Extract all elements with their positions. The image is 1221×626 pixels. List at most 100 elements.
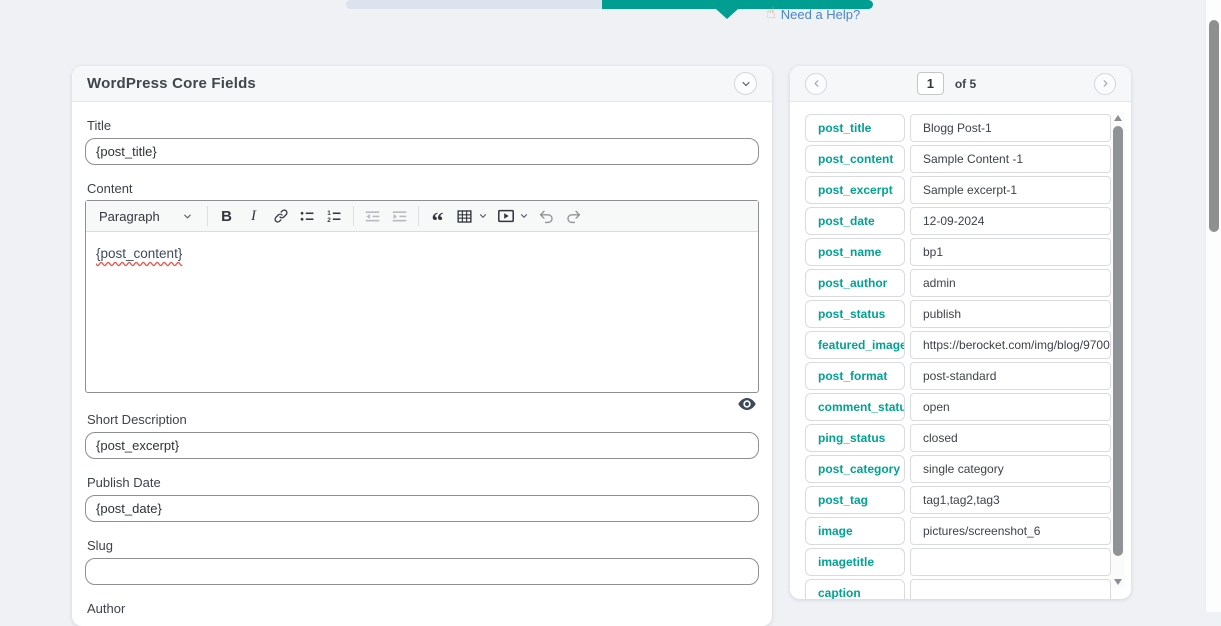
indent-button[interactable] (386, 204, 413, 228)
field-chip[interactable]: post_name (805, 238, 905, 266)
mapping-row: comment_statusopen (805, 393, 1131, 421)
embed-media-button[interactable] (492, 204, 519, 228)
mapping-row: post_contentSample Content -1 (805, 145, 1131, 173)
short-description-input[interactable] (85, 432, 759, 459)
list-scrollbar[interactable] (1111, 112, 1125, 588)
numbered-list-icon: 12 (326, 208, 343, 225)
page-count-label: of 5 (955, 77, 976, 91)
italic-button[interactable]: I (240, 204, 267, 228)
bulleted-list-button[interactable] (294, 204, 321, 228)
mapping-row: post_namebp1 (805, 238, 1131, 266)
field-value: Blogg Post-1 (910, 114, 1111, 142)
field-chip[interactable]: post_title (805, 114, 905, 142)
field-chip[interactable]: featured_image (805, 331, 905, 359)
csv-preview-panel: of 5 post_titleBlogg Post-1 post_content… (790, 66, 1131, 599)
scroll-up-arrow-icon[interactable] (1114, 115, 1122, 121)
field-value: closed (910, 424, 1111, 452)
title-field-label: Title (87, 118, 757, 133)
content-editor: Paragraph B I 12 (85, 200, 759, 393)
mapping-row: post_date12-09-2024 (805, 207, 1131, 235)
undo-button[interactable] (533, 204, 560, 228)
collapse-panel-button[interactable] (734, 72, 757, 95)
list-scrollbar-thumb[interactable] (1113, 126, 1123, 556)
toolbar-separator (353, 206, 354, 226)
mapping-row: post_statuspublish (805, 300, 1131, 328)
next-page-button[interactable] (1094, 73, 1116, 95)
field-chip[interactable]: post_author (805, 269, 905, 297)
field-chip[interactable]: post_date (805, 207, 905, 235)
bulleted-list-icon (299, 208, 316, 225)
table-button[interactable] (451, 204, 478, 228)
field-chip[interactable]: image (805, 517, 905, 545)
field-mapping-list: post_titleBlogg Post-1 post_contentSampl… (790, 102, 1131, 599)
field-value: bp1 (910, 238, 1111, 266)
chevron-down-icon (182, 211, 193, 222)
field-chip[interactable]: imagetitle (805, 548, 905, 576)
paragraph-dropdown-label: Paragraph (99, 209, 160, 224)
page-scrollbar[interactable] (1205, 0, 1221, 612)
bold-button[interactable]: B (213, 204, 240, 228)
toolbar-separator (207, 206, 208, 226)
page-number-input[interactable] (917, 72, 944, 95)
slug-input[interactable] (85, 558, 759, 585)
page-scrollbar-thumb[interactable] (1209, 20, 1219, 232)
outdent-button[interactable] (359, 204, 386, 228)
mapping-row: caption (805, 579, 1131, 599)
link-button[interactable] (267, 204, 294, 228)
field-chip[interactable]: post_format (805, 362, 905, 390)
blockquote-button[interactable]: “ (424, 204, 451, 228)
chevron-down-icon (740, 78, 752, 90)
chevron-right-icon (1100, 78, 1111, 89)
field-value: 12-09-2024 (910, 207, 1111, 235)
title-input[interactable] (85, 138, 759, 165)
content-editor-textarea[interactable]: {post_content} (86, 232, 758, 392)
scroll-down-arrow-icon[interactable] (1114, 579, 1122, 585)
mapping-row: ping_statusclosed (805, 424, 1131, 452)
mapping-row: post_titleBlogg Post-1 (805, 114, 1131, 142)
field-chip[interactable]: post_excerpt (805, 176, 905, 204)
field-value: single category (910, 455, 1111, 483)
need-help-link[interactable]: ☝ Need a Help? (766, 6, 860, 22)
mapping-row: post_formatpost-standard (805, 362, 1131, 390)
field-value: open (910, 393, 1111, 421)
content-editor-value: {post_content} (96, 246, 182, 261)
field-chip[interactable]: post_category (805, 455, 905, 483)
chevron-down-icon (519, 211, 529, 221)
undo-icon (538, 208, 555, 225)
preview-eye-button[interactable] (738, 396, 756, 412)
short-description-label: Short Description (87, 412, 757, 427)
field-chip[interactable]: post_tag (805, 486, 905, 514)
toolbar-separator (418, 206, 419, 226)
field-value: Sample Content -1 (910, 145, 1111, 173)
embed-options-chevron[interactable] (519, 204, 533, 228)
field-chip[interactable]: post_status (805, 300, 905, 328)
field-chip[interactable]: post_content (805, 145, 905, 173)
redo-button[interactable] (560, 204, 587, 228)
publish-date-input[interactable] (85, 495, 759, 522)
link-icon (273, 208, 289, 224)
redo-icon (565, 208, 582, 225)
field-value: publish (910, 300, 1111, 328)
field-chip[interactable]: ping_status (805, 424, 905, 452)
author-label: Author (87, 601, 757, 616)
previous-page-button[interactable] (805, 73, 827, 95)
numbered-list-button[interactable]: 12 (321, 204, 348, 228)
field-value: Sample excerpt-1 (910, 176, 1111, 204)
mapping-row: post_categorysingle category (805, 455, 1131, 483)
field-chip[interactable]: comment_status (805, 393, 905, 421)
eye-icon (738, 397, 756, 411)
field-value: admin (910, 269, 1111, 297)
table-icon (456, 208, 473, 225)
chevron-left-icon (811, 78, 822, 89)
panel-title: WordPress Core Fields (87, 75, 256, 92)
paragraph-dropdown[interactable]: Paragraph (90, 201, 202, 231)
mapping-row: imagetitle (805, 548, 1131, 576)
field-value (910, 548, 1111, 576)
field-value: tag1,tag2,tag3 (910, 486, 1111, 514)
editor-toolbar: Paragraph B I 12 (86, 201, 758, 232)
video-embed-icon (497, 207, 515, 225)
table-options-chevron[interactable] (478, 204, 492, 228)
wordpress-core-fields-panel: WordPress Core Fields Title Content Para… (72, 66, 772, 626)
field-chip[interactable]: caption (805, 579, 905, 599)
progress-bar-remaining (346, 0, 602, 9)
